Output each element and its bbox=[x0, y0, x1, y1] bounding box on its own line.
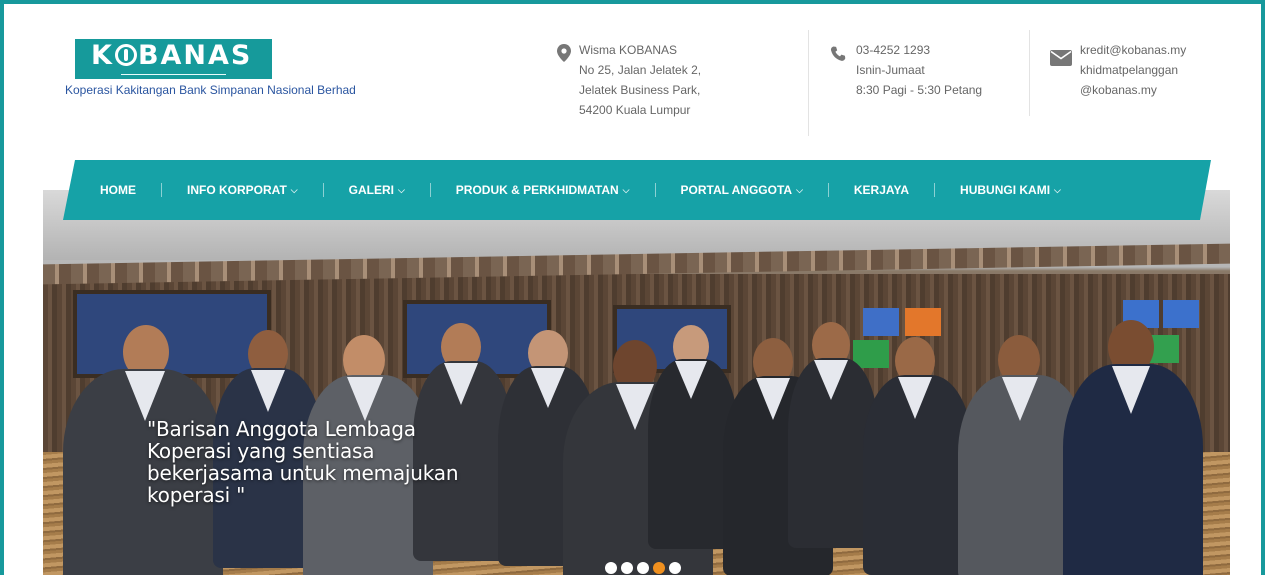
hero-caption: "Barisan Anggota Lembaga Koperasi yang s… bbox=[147, 417, 459, 507]
nav-item-galeri[interactable]: GALERI ⌵ bbox=[349, 183, 405, 197]
chevron-down-icon: ⌵ bbox=[1054, 184, 1061, 195]
nav-separator bbox=[827, 183, 829, 197]
hero-image-window bbox=[73, 290, 271, 378]
slider-dot-2[interactable] bbox=[621, 562, 633, 574]
nav-item-info-korporat[interactable]: INFO KORPORAT ⌵ bbox=[187, 183, 298, 197]
address-line: No 25, Jalan Jelatek 2, bbox=[579, 63, 702, 77]
chevron-down-icon: ⌵ bbox=[397, 184, 405, 195]
slider-dot-3[interactable] bbox=[637, 562, 649, 574]
nav-separator bbox=[934, 183, 936, 197]
hero-slider[interactable]: "Barisan Anggota Lembaga Koperasi yang s… bbox=[43, 190, 1230, 575]
nav-separator bbox=[654, 183, 656, 197]
kobanas-logo[interactable]: K BANAS bbox=[75, 39, 272, 79]
hero-image-stained-glass bbox=[1163, 300, 1199, 328]
slider-dot-4[interactable] bbox=[653, 562, 665, 574]
map-pin-icon bbox=[557, 44, 571, 62]
nav-item-portal-anggota[interactable]: PORTAL ANGGOTA ⌵ bbox=[681, 183, 803, 197]
nav-item-hubungi-kami[interactable]: HUBUNGI KAMI ⌵ bbox=[960, 183, 1061, 197]
address-block: Wisma KOBANAS No 25, Jalan Jelatek 2, Je… bbox=[557, 40, 757, 130]
chevron-down-icon: ⌵ bbox=[290, 184, 298, 195]
address-line: 54200 Kuala Lumpur bbox=[579, 103, 691, 117]
hero-image-stained-glass bbox=[853, 340, 889, 368]
chevron-down-icon: ⌵ bbox=[622, 184, 630, 195]
main-nav: HOME INFO KORPORAT ⌵ GALERI ⌵ PRODUK & PER… bbox=[100, 180, 1061, 200]
office-hours: 8:30 Pagi - 5:30 Petang bbox=[856, 83, 983, 97]
email-address[interactable]: @kobanas.my bbox=[1080, 80, 1186, 100]
org-name: Koperasi Kakitangan Bank Simpanan Nasion… bbox=[65, 83, 356, 97]
logo-tree-emblem bbox=[114, 44, 137, 66]
header-divider bbox=[1029, 30, 1030, 116]
office-days: Isnin-Jumaat bbox=[856, 63, 925, 77]
nav-separator bbox=[322, 183, 324, 197]
email-block: kredit@kobanas.my khidmatpelanggan @koba… bbox=[1050, 40, 1220, 110]
envelope-icon bbox=[1050, 50, 1072, 66]
phone-icon bbox=[830, 46, 846, 61]
slider-dot-1[interactable] bbox=[605, 562, 617, 574]
hero-image-stained-glass bbox=[905, 308, 941, 336]
nav-separator bbox=[429, 183, 431, 197]
hero-image-stained-glass bbox=[863, 308, 899, 336]
logo-tagline bbox=[75, 74, 272, 77]
address-line: Wisma KOBANAS bbox=[579, 43, 678, 57]
slider-dots bbox=[605, 562, 681, 574]
nav-item-kerjaya[interactable]: KERJAYA bbox=[854, 183, 909, 197]
nav-item-home[interactable]: HOME bbox=[100, 183, 136, 197]
phone-number[interactable]: 03-4252 1293 bbox=[856, 40, 982, 60]
logo-wordmark: K BANAS bbox=[91, 40, 253, 71]
email-address[interactable]: kredit@kobanas.my bbox=[1080, 40, 1186, 60]
nav-item-produk-perkhidmatan[interactable]: PRODUK & PERKHIDMATAN ⌵ bbox=[456, 183, 630, 197]
page-frame: K BANAS Koperasi Kakitangan Bank Simpanan… bbox=[0, 0, 1265, 575]
nav-separator bbox=[161, 183, 162, 197]
slider-dot-5[interactable] bbox=[669, 562, 681, 574]
header-divider bbox=[808, 30, 809, 136]
chevron-down-icon: ⌵ bbox=[796, 184, 803, 195]
phone-block: 03-4252 1293 Isnin-Jumaat 8:30 Pagi - 5:… bbox=[830, 40, 1010, 110]
email-address[interactable]: khidmatpelanggan bbox=[1080, 60, 1186, 80]
address-line: Jelatek Business Park, bbox=[579, 83, 701, 97]
